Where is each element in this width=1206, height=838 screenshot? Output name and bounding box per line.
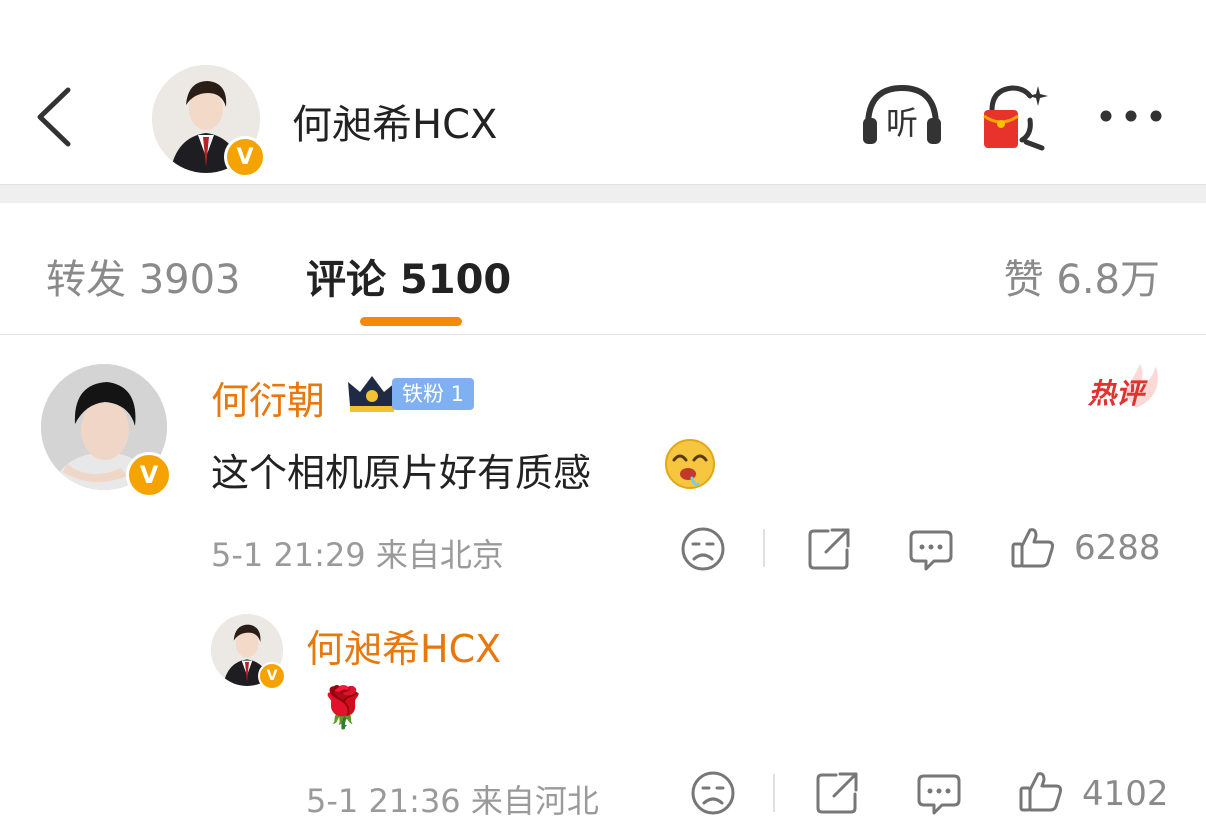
like-thumb-icon[interactable] [1010, 524, 1056, 570]
comment-meta: 5-1 21:29 来自北京 [211, 536, 504, 574]
active-tab-indicator [360, 317, 462, 326]
dislike-face-icon[interactable] [690, 770, 736, 816]
action-separator [763, 529, 765, 567]
tab-likes[interactable]: 赞 6.8万 [1004, 247, 1160, 305]
verified-badge-icon: V [224, 136, 266, 178]
verified-badge-icon: V [258, 662, 286, 690]
dislike-face-icon[interactable] [680, 526, 726, 572]
more-options-icon[interactable] [1096, 104, 1166, 128]
hot-comment-label: 热评 [1088, 377, 1145, 410]
hot-comment-badge: 热评 [1086, 362, 1166, 412]
fan-level-badge: 铁粉 1 [392, 378, 475, 410]
back-arrow-icon[interactable] [30, 84, 80, 150]
like-thumb-icon[interactable] [1018, 768, 1064, 814]
reply-meta: 5-1 21:36 来自河北 [306, 782, 599, 820]
red-packet-search-icon[interactable] [982, 82, 1052, 152]
share-icon[interactable] [814, 770, 860, 816]
commenter-username[interactable]: 何衍朝 [211, 370, 325, 425]
reply-like-count: 4102 [1082, 774, 1169, 814]
drooling-face-emoji-icon [665, 439, 715, 489]
share-icon[interactable] [806, 526, 852, 572]
tab-divider [0, 334, 1206, 335]
action-separator [773, 774, 775, 812]
listen-icon[interactable]: 听 [860, 82, 944, 148]
verified-badge-icon: V [126, 452, 172, 498]
crown-icon [348, 376, 396, 412]
tab-comments[interactable]: 评论 5100 [306, 247, 511, 305]
comment-like-count: 6288 [1074, 528, 1161, 568]
listen-label: 听 [886, 104, 918, 142]
comment-bubble-icon[interactable] [908, 526, 954, 572]
page-title: 何昶希HCX [292, 102, 498, 148]
reply-username[interactable]: 何昶希HCX [306, 618, 501, 673]
section-divider [0, 184, 1206, 203]
comment-text: 这个相机原片好有质感 [211, 451, 592, 495]
comment-bubble-icon[interactable] [916, 770, 962, 816]
reply-rose-emoji: 🌹 [318, 685, 368, 731]
tab-reposts[interactable]: 转发 3903 [46, 247, 241, 305]
